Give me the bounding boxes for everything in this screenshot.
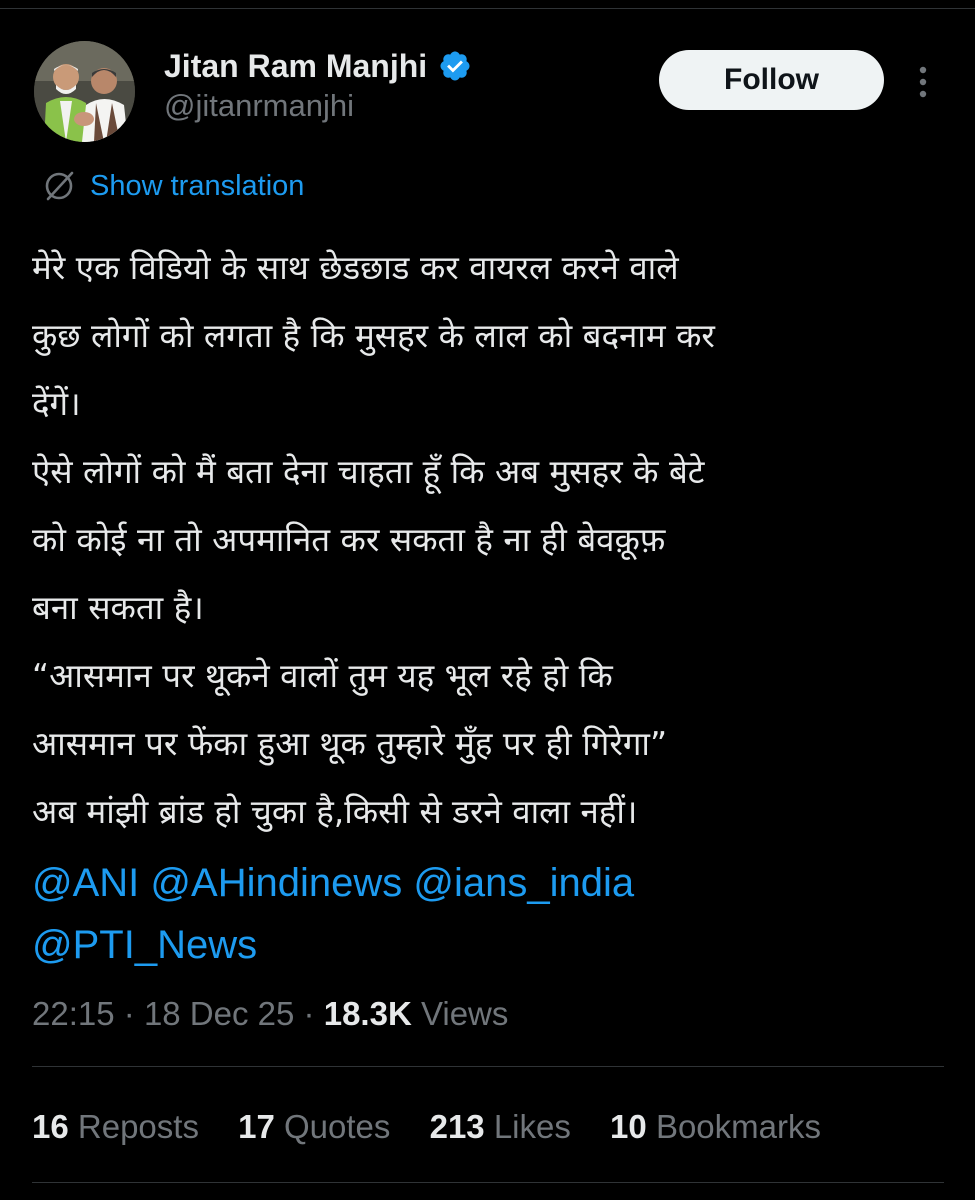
tweet-line: बना सकता है। bbox=[32, 588, 204, 627]
tweet-line: को कोई ना तो अपमानित कर सकता है ना ही बे… bbox=[32, 520, 666, 559]
views-label: Views bbox=[420, 995, 509, 1032]
author-block: Jitan Ram Manjhi @jitanrmanjhi bbox=[164, 46, 472, 126]
stat-reposts[interactable]: 16 Reposts bbox=[32, 1104, 199, 1150]
stat-label: Bookmarks bbox=[655, 1108, 821, 1145]
meta-separator: · bbox=[303, 995, 315, 1032]
mention-link-ahindinews[interactable]: @AHindinews bbox=[150, 861, 402, 905]
show-translation-label: Show translation bbox=[90, 169, 305, 202]
tweet-meta: 22:15 · 18 Dec 25 · 18.3K Views bbox=[32, 992, 508, 1036]
author-display-name[interactable]: Jitan Ram Manjhi bbox=[164, 46, 427, 86]
tweet-mentions: @ANI @AHindinews @ians_india @PTI_News bbox=[32, 852, 634, 976]
tweet-line: देंगें। bbox=[32, 384, 81, 423]
translate-icon bbox=[45, 171, 74, 201]
stats-divider bbox=[32, 1182, 944, 1183]
tweet-time[interactable]: 22:15 bbox=[32, 995, 115, 1032]
show-translation-link[interactable]: Show translation bbox=[42, 166, 304, 206]
tweet-date[interactable]: 18 Dec 25 bbox=[144, 995, 294, 1032]
mention-link-ians-india[interactable]: @ians_india bbox=[413, 861, 634, 905]
verified-badge-icon bbox=[440, 51, 470, 81]
stat-bookmarks[interactable]: 10 Bookmarks bbox=[610, 1104, 821, 1150]
tweet-header: Jitan Ram Manjhi @jitanrmanjhi Follow bbox=[32, 38, 942, 148]
stat-quotes[interactable]: 17 Quotes bbox=[238, 1104, 390, 1150]
tweet-body: मेरे एक विडियो के साथ छेडछाड कर वायरल कर… bbox=[32, 234, 947, 846]
mention-link-ani[interactable]: @ANI bbox=[32, 861, 139, 905]
more-vertical-icon[interactable] bbox=[912, 62, 934, 102]
tweet-line: मेरे एक विडियो के साथ छेडछाड कर वायरल कर… bbox=[32, 248, 679, 287]
tweet-line: कुछ लोगों को लगता है कि मुसहर के लाल को … bbox=[32, 316, 715, 355]
meta-separator: · bbox=[123, 995, 135, 1032]
meta-divider bbox=[32, 1066, 944, 1067]
stat-count: 16 bbox=[32, 1108, 69, 1145]
stat-label: Quotes bbox=[284, 1108, 391, 1145]
tweet-line: ऐसे लोगों को मैं बता देना चाहता हूँ कि अ… bbox=[32, 452, 705, 491]
engagement-stats: 16 Reposts 17 Quotes 213 Likes 10 Bookma… bbox=[32, 1104, 851, 1150]
author-handle[interactable]: @jitanrmanjhi bbox=[164, 86, 472, 126]
top-divider bbox=[0, 8, 975, 9]
follow-button[interactable]: Follow bbox=[659, 50, 884, 110]
stat-label: Likes bbox=[493, 1108, 571, 1145]
stat-count: 17 bbox=[238, 1108, 275, 1145]
avatar[interactable] bbox=[34, 41, 135, 142]
stat-count: 213 bbox=[429, 1108, 485, 1145]
views-count[interactable]: 18.3K bbox=[324, 995, 412, 1032]
tweet-line: अब मांझी ब्रांड हो चुका है,किसी से डरने … bbox=[32, 792, 638, 831]
tweet-line: आसमान पर फेंका हुआ थूक तुम्हारे मुँह पर … bbox=[32, 724, 668, 763]
stat-label: Reposts bbox=[77, 1108, 199, 1145]
stat-count: 10 bbox=[610, 1108, 647, 1145]
profile-photo-icon bbox=[34, 41, 135, 142]
mention-link-pti-news[interactable]: @PTI_News bbox=[32, 923, 257, 967]
tweet-line: “आसमान पर थूकने वालों तुम यह भूल रहे हो … bbox=[32, 656, 613, 695]
stat-likes[interactable]: 213 Likes bbox=[430, 1104, 571, 1150]
